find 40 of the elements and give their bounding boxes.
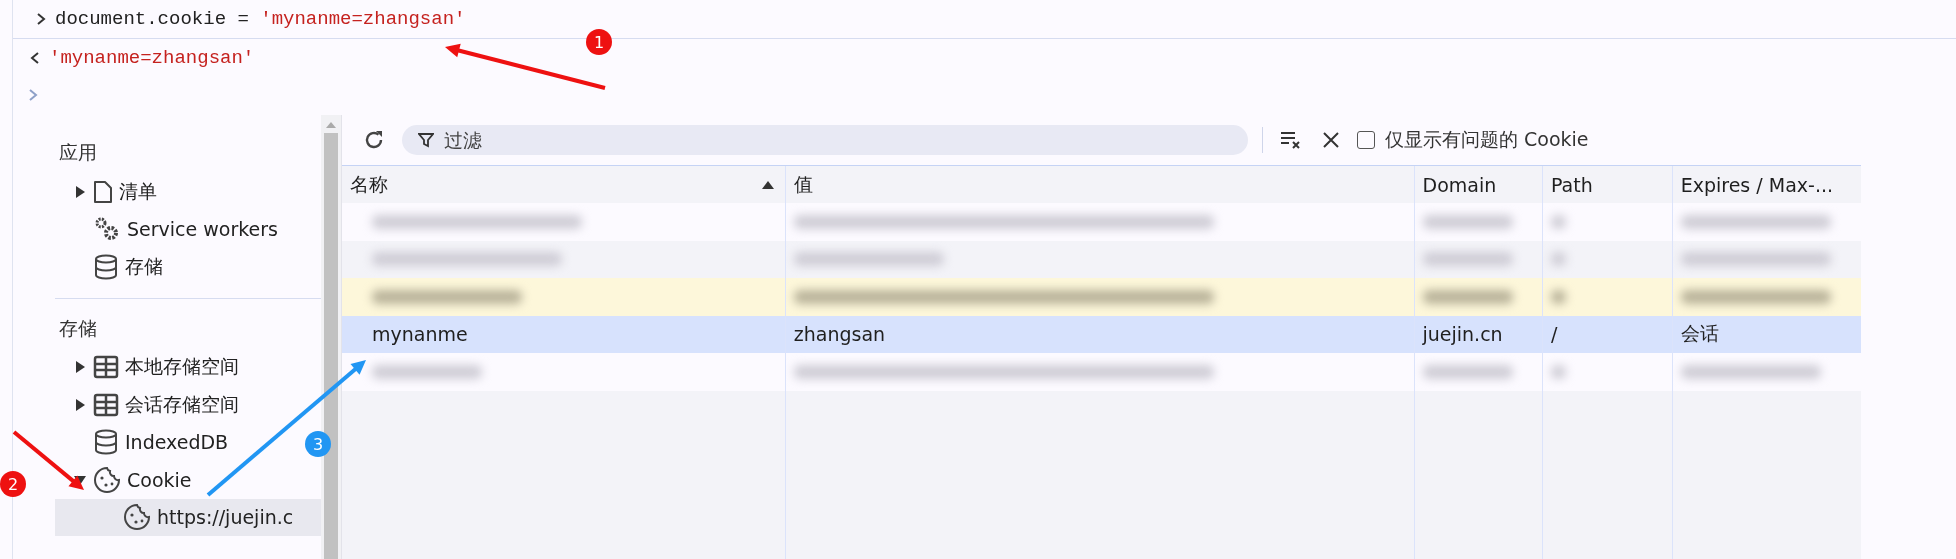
tree-item[interactable]: https://juejin.c — [55, 498, 321, 536]
step-number: 1 — [586, 29, 612, 55]
tree-item[interactable]: Service workers — [55, 210, 282, 248]
scrollbar[interactable] — [321, 115, 341, 559]
column-header[interactable]: 名称 — [342, 166, 785, 203]
database-icon — [93, 429, 119, 456]
prompt-chevron-icon — [27, 88, 39, 102]
sort-ascending-icon — [760, 179, 775, 190]
redacted-text — [1550, 364, 1566, 379]
tree-item[interactable]: IndexedDB — [55, 423, 233, 461]
redacted-text — [1550, 289, 1566, 304]
collapsed-triangle-icon[interactable] — [74, 184, 86, 199]
table-cell-text: mynanme — [371, 322, 469, 348]
console-command-text: document.cookie = 'mynanme=zhangsan' — [55, 8, 466, 30]
redacted-text — [1550, 214, 1566, 229]
checkbox[interactable] — [1357, 131, 1375, 149]
filter-input[interactable]: 过滤 — [444, 127, 1204, 153]
tree-item[interactable]: 清单 — [55, 173, 161, 211]
filter-icon — [418, 132, 434, 148]
cookie-icon — [123, 503, 151, 532]
table-icon — [93, 354, 119, 381]
console-result-text: 'mynanme=zhangsan' — [49, 47, 255, 69]
prompt-chevron-icon — [35, 12, 47, 26]
cookie-icon — [93, 465, 121, 494]
tree-item[interactable]: 会话存储空间 — [55, 386, 243, 424]
tree-item[interactable]: 本地存储空间 — [55, 348, 243, 386]
collapsed-triangle-icon[interactable] — [74, 397, 86, 412]
step-number: 2 — [0, 471, 26, 497]
section-title: 存储 — [59, 315, 97, 341]
database-icon — [93, 253, 119, 280]
section-title: 应用 — [59, 140, 97, 165]
redacted-text — [1550, 252, 1566, 267]
table-icon — [93, 391, 119, 418]
file-icon — [93, 179, 113, 204]
step-number: 3 — [305, 431, 331, 457]
tree-item[interactable]: 存储 — [55, 248, 167, 286]
filter-field[interactable]: 过滤 — [402, 125, 1248, 155]
collapsed-triangle-icon[interactable] — [74, 360, 86, 375]
table-row[interactable]: mynanme zhangsan juejin.cn / 会话 — [342, 315, 1861, 353]
checkbox-label[interactable]: 仅显示有问题的 Cookie — [1385, 127, 1589, 153]
